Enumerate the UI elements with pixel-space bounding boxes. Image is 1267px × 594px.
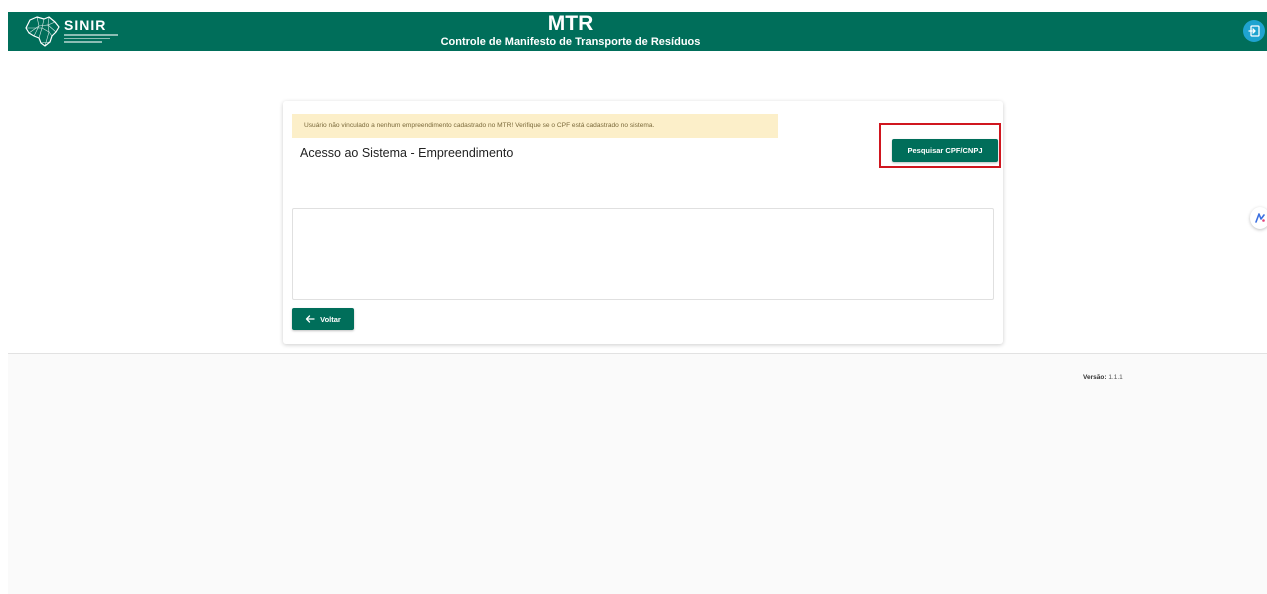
app-header: SINIR MTR Controle de Manifesto de Trans… [8, 12, 1267, 51]
app-subtitle: Controle de Manifesto de Transporte de R… [440, 36, 701, 48]
version-text: Versão: 1.1.1 [1083, 374, 1123, 381]
exit-icon [1248, 25, 1260, 37]
top-band [0, 0, 1267, 12]
app-title: MTR [547, 12, 594, 35]
search-cpf-cnpj-button[interactable]: Pesquisar CPF/CNPJ [892, 139, 998, 162]
access-card: Usuário não vinculado a nenhum empreendi… [283, 101, 1003, 344]
warning-alert: Usuário não vinculado a nenhum empreendi… [292, 114, 778, 138]
footer-area [8, 354, 1267, 594]
back-button-label: Voltar [320, 314, 341, 324]
exit-button[interactable] [1243, 20, 1265, 42]
assistant-widget-icon [1255, 213, 1265, 223]
version-label: Versão: [1083, 374, 1107, 381]
results-box [292, 208, 994, 300]
back-button[interactable]: Voltar [292, 308, 354, 330]
card-title: Acesso ao Sistema - Empreendimento [300, 146, 514, 160]
version-value: 1.1.1 [1108, 374, 1123, 381]
page: SINIR MTR Controle de Manifesto de Trans… [0, 0, 1267, 594]
arrow-left-icon [305, 315, 315, 323]
assistant-widget[interactable] [1250, 207, 1267, 229]
